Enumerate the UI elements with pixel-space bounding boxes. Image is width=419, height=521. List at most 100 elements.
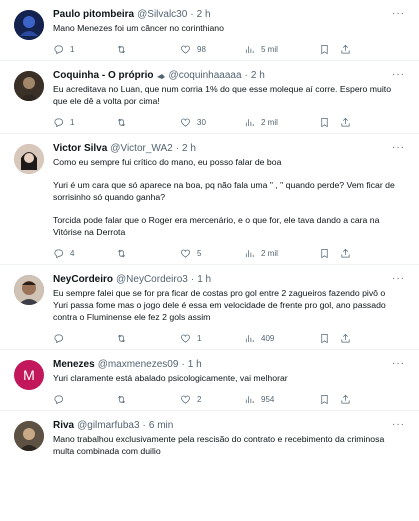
action-bar: 2 954 [53,388,405,410]
bookmark-button[interactable] [319,248,340,259]
timestamp[interactable]: 2 h [197,8,211,21]
more-options-icon[interactable]: ··· [392,8,405,19]
timestamp[interactable]: 6 min [149,419,173,432]
like-count: 1 [197,333,202,343]
views-chart-icon [245,249,254,257]
reply-feed: Paulo pitombeira @Silvalc30 · 2 h Mano M… [0,0,419,521]
views-button[interactable]: 2 mil [244,117,319,128]
retweet-button[interactable] [116,333,180,344]
timestamp[interactable]: 1 h [197,273,211,286]
author-name[interactable]: Paulo pitombeira [53,8,134,21]
reply-button[interactable] [53,333,116,344]
retweet-icon [118,249,125,257]
bookmark-button[interactable] [319,394,340,405]
like-button[interactable]: 1 [180,333,244,344]
avatar[interactable] [14,421,44,451]
share-button[interactable] [340,44,352,55]
retweet-button[interactable] [116,44,180,55]
reply-icon [54,333,63,343]
author-name[interactable]: Victor Silva [53,142,107,155]
author-handle[interactable]: @coquinhaaaaa [169,69,242,82]
tweet[interactable]: Coquinha - O próprio @coquinhaaaaa · 2 h… [0,61,419,134]
share-icon [341,248,350,258]
heart-icon [181,395,190,404]
share-icon [341,333,350,343]
like-count: 30 [197,117,206,127]
retweet-icon [118,395,125,403]
timestamp[interactable]: 1 h [188,358,202,371]
like-button[interactable]: 5 [180,248,244,259]
like-button[interactable]: 2 [180,394,244,405]
tweet[interactable]: NeyCordeiro @NeyCordeiro3 · 1 h Eu sempr… [0,265,419,350]
view-count: 954 [261,394,275,404]
author-name[interactable]: Menezes [53,358,95,371]
emoji-icon [156,73,165,79]
more-options-icon[interactable]: ··· [392,358,405,369]
views-chart-icon [245,395,254,403]
heart-icon [181,249,190,258]
bookmark-button[interactable] [319,44,340,55]
bookmark-icon [321,117,328,127]
avatar[interactable] [14,10,44,40]
share-button[interactable] [340,333,352,344]
reply-button[interactable]: 4 [53,248,116,259]
like-count: 2 [197,394,202,404]
views-button[interactable]: 409 [244,333,319,344]
tweet[interactable]: Victor Silva @Victor_WA2 · 2 h Como eu s… [0,134,419,265]
views-button[interactable]: 2 mil [244,248,319,259]
avatar[interactable] [14,144,44,174]
author-name[interactable]: Coquinha - O próprio [53,69,154,82]
heart-icon [181,118,190,127]
author-name[interactable]: Riva [53,419,74,432]
retweet-button[interactable] [116,248,180,259]
reply-button[interactable]: 1 [53,117,116,128]
bookmark-button[interactable] [319,333,340,344]
share-button[interactable] [340,248,352,259]
avatar[interactable] [14,275,44,305]
more-options-icon[interactable]: ··· [392,142,405,153]
author-handle[interactable]: @NeyCordeiro3 [116,273,188,286]
reply-button[interactable] [53,394,116,405]
share-icon [341,44,350,54]
author-handle[interactable]: @Victor_WA2 [110,142,172,155]
tweet-text: Mano Menezes foi um câncer no corinthian… [53,23,224,33]
view-count: 5 mil [261,44,278,54]
action-bar: 1 98 5 mil [53,38,405,60]
reply-count: 1 [70,44,75,54]
tweet[interactable]: M Menezes @maxmenezes09 · 1 h Yuri clara… [0,350,419,411]
more-options-icon[interactable]: ··· [392,69,405,80]
author-handle[interactable]: @Silvalc30 [137,8,187,21]
avatar[interactable]: M [14,360,44,390]
timestamp[interactable]: 2 h [251,69,265,82]
views-chart-icon [245,45,254,53]
like-button[interactable]: 30 [180,117,244,128]
reply-count: 4 [70,248,75,258]
views-button[interactable]: 5 mil [244,44,319,55]
reply-button[interactable]: 1 [53,44,116,55]
like-count: 5 [197,248,202,258]
action-bar: 1 30 2 mil [53,111,405,133]
retweet-icon [118,334,125,342]
author-handle[interactable]: @gilmarfuba3 [77,419,139,432]
timestamp[interactable]: 2 h [182,142,196,155]
tweet-text: Mano trabalhou exclusivamente pela resci… [53,434,385,456]
view-count: 2 mil [261,117,278,127]
avatar[interactable] [14,71,44,101]
author-name[interactable]: NeyCordeiro [53,273,113,286]
more-options-icon[interactable]: ··· [392,419,405,430]
reply-icon [54,117,63,127]
bookmark-button[interactable] [319,117,340,128]
tweet[interactable]: Paulo pitombeira @Silvalc30 · 2 h Mano M… [0,0,419,61]
views-chart-icon [245,118,254,126]
views-button[interactable]: 954 [244,394,319,405]
bookmark-icon [321,333,328,343]
share-button[interactable] [340,394,352,405]
share-button[interactable] [340,117,352,128]
reply-icon [54,248,63,258]
retweet-button[interactable] [116,117,180,128]
like-button[interactable]: 98 [180,44,244,55]
more-options-icon[interactable]: ··· [392,273,405,284]
author-handle[interactable]: @maxmenezes09 [98,358,179,371]
retweet-button[interactable] [116,394,180,405]
tweet[interactable]: Riva @gilmarfuba3 · 6 min Mano trabalhou… [0,411,419,457]
